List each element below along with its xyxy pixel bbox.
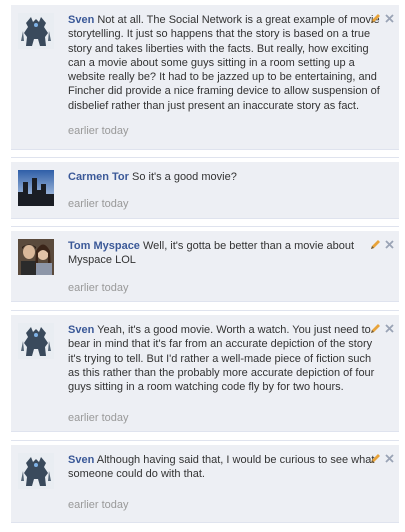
comment-author[interactable]: Sven [68, 324, 94, 336]
pencil-icon[interactable] [370, 323, 381, 334]
pencil-icon[interactable] [370, 239, 381, 250]
comment-item: Tom Myspace Well, it's gotta be better t… [11, 231, 399, 302]
comment-body: Sven Although having said that, I would … [68, 453, 384, 482]
comment-author[interactable]: Tom Myspace [68, 240, 140, 252]
comment-author[interactable]: Sven [68, 454, 94, 466]
comment-divider [11, 157, 399, 158]
comment-thread: Sven Not at all. The Social Network is a… [0, 0, 405, 532]
comment-text: So it's a good movie? [131, 171, 237, 183]
comment-timestamp: earlier today [68, 198, 129, 210]
close-icon[interactable] [384, 453, 395, 464]
comment-item: Carmen Tor So it's a good movie? earlier… [11, 162, 399, 219]
comment-actions [370, 13, 395, 24]
robot-warrior-avatar[interactable] [18, 453, 54, 489]
comment-item: Sven Not at all. The Social Network is a… [11, 5, 399, 150]
comment-timestamp: earlier today [68, 282, 129, 294]
robot-warrior-avatar[interactable] [18, 13, 54, 49]
comment-actions [370, 323, 395, 334]
city-skyline-avatar[interactable] [18, 170, 54, 206]
comment-text: Yeah, it's a good movie. Worth a watch. … [68, 324, 375, 394]
couple-photo-avatar[interactable] [18, 239, 54, 275]
comment-item: Sven Although having said that, I would … [11, 445, 399, 523]
comment-author[interactable]: Sven [68, 14, 94, 26]
comment-body: Tom Myspace Well, it's gotta be better t… [68, 239, 384, 268]
comment-timestamp: earlier today [68, 499, 129, 511]
comment-item: Sven Yeah, it's a good movie. Worth a wa… [11, 315, 399, 432]
comment-timestamp: earlier today [68, 412, 129, 424]
comment-author[interactable]: Carmen Tor [68, 171, 129, 183]
robot-warrior-avatar[interactable] [18, 323, 54, 359]
comment-actions [370, 239, 395, 250]
comment-text: Although having said that, I would be cu… [68, 454, 375, 481]
comment-divider [11, 440, 399, 441]
pencil-icon[interactable] [370, 453, 381, 464]
close-icon[interactable] [384, 323, 395, 334]
comment-divider [11, 310, 399, 311]
comment-divider [11, 226, 399, 227]
close-icon[interactable] [384, 13, 395, 24]
comment-body: Carmen Tor So it's a good movie? [68, 170, 384, 184]
comment-body: Sven Not at all. The Social Network is a… [68, 13, 384, 113]
comment-actions [370, 453, 395, 464]
comment-body: Sven Yeah, it's a good movie. Worth a wa… [68, 323, 384, 394]
comment-timestamp: earlier today [68, 125, 129, 137]
pencil-icon[interactable] [370, 13, 381, 24]
comment-text: Not at all. The Social Network is a grea… [68, 14, 380, 112]
close-icon[interactable] [384, 239, 395, 250]
